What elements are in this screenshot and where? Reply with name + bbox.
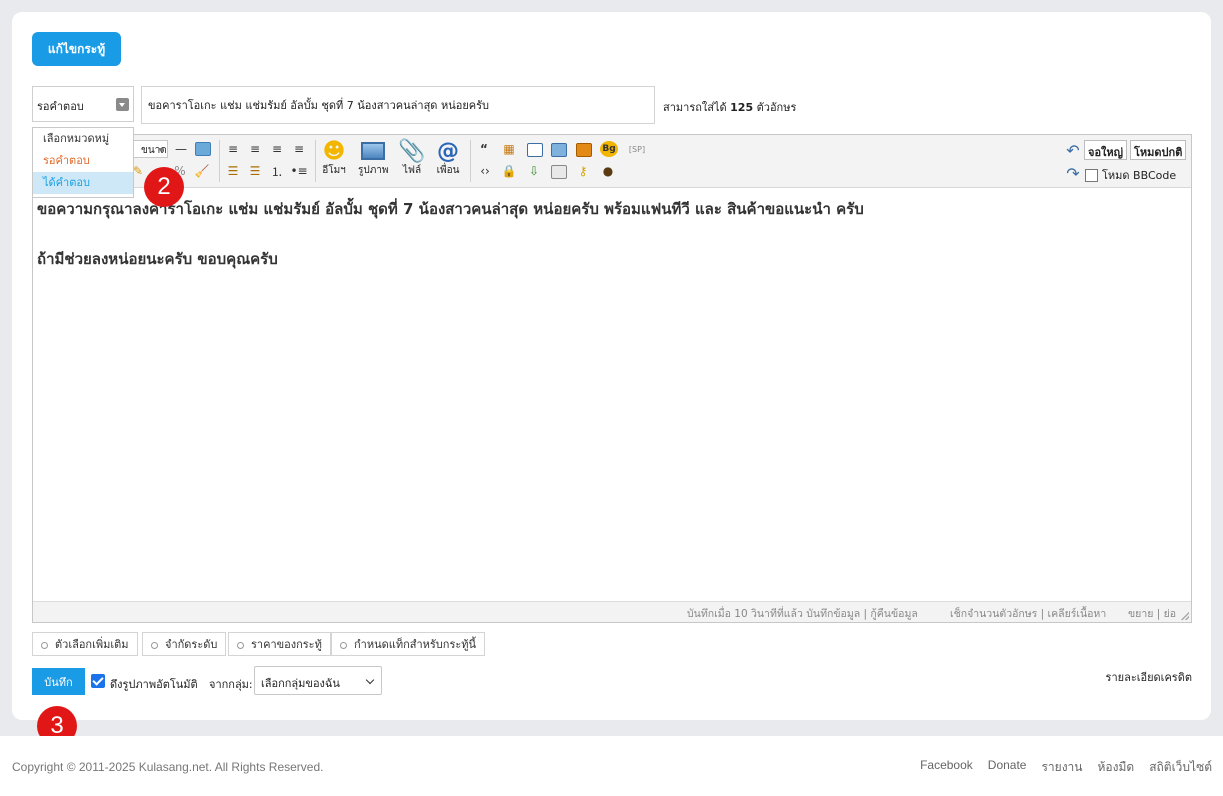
resize-grip-icon[interactable] bbox=[1181, 612, 1189, 620]
ordered-list-icon[interactable]: ⒈ bbox=[269, 163, 285, 179]
restrict-level-button[interactable]: จำกัดระดับ bbox=[142, 632, 227, 656]
editor-content[interactable]: ขอความกรุณาลงคาราโอเกะ แช่ม แช่มรัมย์ อั… bbox=[37, 197, 864, 272]
columns-icon[interactable] bbox=[551, 143, 567, 157]
footer: Copyright © 2011-2025 Kulasang.net. All … bbox=[0, 736, 1223, 796]
unordered-list-icon[interactable]: •≡ bbox=[290, 163, 307, 179]
indent-icon[interactable]: ☰ bbox=[225, 163, 241, 179]
footer-link-facebook[interactable]: Facebook bbox=[920, 758, 973, 777]
align-left-icon[interactable]: ≡ bbox=[225, 141, 241, 157]
align-justify-icon[interactable]: ≡ bbox=[269, 141, 285, 157]
footer-link-stats[interactable]: สถิติเว็บไซต์ bbox=[1149, 758, 1212, 777]
bbcode-checkbox[interactable] bbox=[1085, 168, 1098, 182]
grid-icon[interactable] bbox=[551, 165, 567, 179]
font-size-select[interactable]: ขนาด bbox=[131, 140, 168, 158]
file-button[interactable]: 📎 ไฟล์ bbox=[398, 138, 426, 178]
char-limit-hint: สามารถใส่ได้ 125 ตัวอักษร bbox=[663, 101, 797, 114]
copyright-text: Copyright © 2011-2025 Kulasang.net. All … bbox=[12, 760, 324, 774]
key-icon[interactable]: ⚷ bbox=[575, 163, 591, 179]
paperclip-icon: 📎 bbox=[398, 138, 426, 164]
character-count-links[interactable]: เช็กจำนวนตัวอักษร | เคลียร์เนื้อหา bbox=[950, 605, 1106, 622]
auto-image-label: ดึงรูปภาพอัตโนมัติ bbox=[110, 678, 198, 691]
table-icon[interactable] bbox=[195, 142, 211, 156]
media-icon[interactable] bbox=[576, 143, 592, 157]
footer-link-darkroom[interactable]: ห้องมืด bbox=[1098, 758, 1135, 777]
align-center-icon[interactable]: ≡ bbox=[247, 141, 263, 157]
emoticon-button[interactable]: ☻ อีโมฯ bbox=[321, 139, 347, 178]
footer-links: Facebook Donate รายงาน ห้องมืด สถิติเว็บ… bbox=[905, 758, 1212, 777]
redo-icon[interactable]: ↷ bbox=[1065, 164, 1081, 183]
editor-toolbar: ขนาด — ✎ % 🧹 ≡ ≡ ≡ ≡ ☰ ☰ ⒈ •≡ ☻ อีโมฯ รู… bbox=[33, 135, 1191, 188]
outdent-icon[interactable]: ☰ bbox=[247, 163, 263, 179]
footer-link-donate[interactable]: Donate bbox=[988, 758, 1027, 777]
resize-links[interactable]: ขยาย | ย่อ bbox=[1128, 605, 1176, 622]
autosave-status[interactable]: บันทึกเมื่อ 10 วินาทีที่แล้ว บันทึกข้อมู… bbox=[687, 605, 918, 622]
char-limit-count: 125 bbox=[730, 101, 754, 114]
topic-price-button[interactable]: ราคาของกระทู้ bbox=[228, 632, 331, 656]
quote-icon[interactable]: “ bbox=[477, 141, 491, 157]
horizontal-rule-icon[interactable]: — bbox=[175, 142, 187, 156]
status-option-waiting[interactable]: รอคำตอบ bbox=[33, 150, 133, 172]
editor-status-bar: บันทึกเมื่อ 10 วินาทีที่แล้ว บันทึกข้อมู… bbox=[33, 601, 1191, 622]
code-icon[interactable]: ‹› bbox=[477, 163, 493, 179]
normal-mode-button[interactable]: โหมดปกติ bbox=[1130, 140, 1187, 160]
clear-format-icon[interactable]: 🧹 bbox=[194, 163, 210, 179]
friend-mention-button[interactable]: @ เพื่อน bbox=[435, 139, 461, 178]
auto-image-checkbox[interactable] bbox=[91, 674, 105, 688]
at-sign-icon: @ bbox=[437, 138, 459, 164]
edit-topic-button[interactable]: แก้ไขกระทู้ bbox=[32, 32, 121, 66]
footer-link-report[interactable]: รายงาน bbox=[1041, 758, 1082, 777]
group-select[interactable]: เลือกกลุ่มของฉัน bbox=[254, 666, 382, 695]
edit-topic-card: แก้ไขกระทู้ รอคำตอบ สามารถใส่ได้ 125 ตัว… bbox=[12, 12, 1211, 746]
globe-icon[interactable]: ● bbox=[600, 163, 616, 179]
background-icon[interactable]: Bg bbox=[600, 141, 618, 157]
building-icon[interactable]: ▦ bbox=[501, 141, 517, 157]
from-group-label: จากกลุ่ม: bbox=[209, 678, 253, 691]
status-select-value: รอคำตอบ bbox=[37, 100, 84, 113]
content-line: ถ้ามีช่วยลงหน่อยนะครับ ขอบคุณครับ bbox=[37, 250, 278, 268]
chevron-down-icon bbox=[116, 98, 129, 111]
undo-icon[interactable]: ↶ bbox=[1065, 141, 1081, 160]
post-editor: ขนาด — ✎ % 🧹 ≡ ≡ ≡ ≡ ☰ ☰ ⒈ •≡ ☻ อีโมฯ รู… bbox=[32, 134, 1192, 623]
credit-details-link[interactable]: รายละเอียดเครดิต bbox=[1106, 668, 1192, 686]
bbcode-toggle[interactable]: โหมด BBCode bbox=[1085, 166, 1176, 184]
document-icon[interactable] bbox=[527, 143, 543, 157]
status-option-choose[interactable]: เลือกหมวดหมู่ bbox=[33, 128, 133, 150]
save-button[interactable]: บันทึก bbox=[32, 668, 85, 695]
download-icon[interactable]: ⇩ bbox=[526, 163, 542, 179]
smiley-icon: ☻ bbox=[322, 138, 346, 164]
image-button[interactable]: รูปภาพ bbox=[358, 139, 389, 178]
status-option-answered[interactable]: ได้คำตอบ bbox=[33, 172, 133, 194]
status-dropdown: เลือกหมวดหมู่ รอคำตอบ ได้คำตอบ bbox=[32, 127, 134, 198]
align-right-icon[interactable]: ≡ bbox=[291, 141, 307, 157]
more-options-button[interactable]: ตัวเลือกเพิ่มเติม bbox=[32, 632, 138, 656]
image-icon bbox=[360, 139, 386, 163]
lock-icon[interactable]: 🔒 bbox=[501, 163, 517, 179]
title-input[interactable] bbox=[141, 86, 655, 124]
status-select[interactable]: รอคำตอบ bbox=[32, 86, 134, 122]
fullscreen-button[interactable]: จอใหญ่ bbox=[1084, 140, 1128, 160]
topic-tags-button[interactable]: กำหนดแท็กสำหรับกระทู้นี้ bbox=[331, 632, 486, 656]
spoiler-icon[interactable]: [SP] bbox=[624, 143, 650, 155]
step-badge-2: 2 bbox=[144, 167, 184, 207]
